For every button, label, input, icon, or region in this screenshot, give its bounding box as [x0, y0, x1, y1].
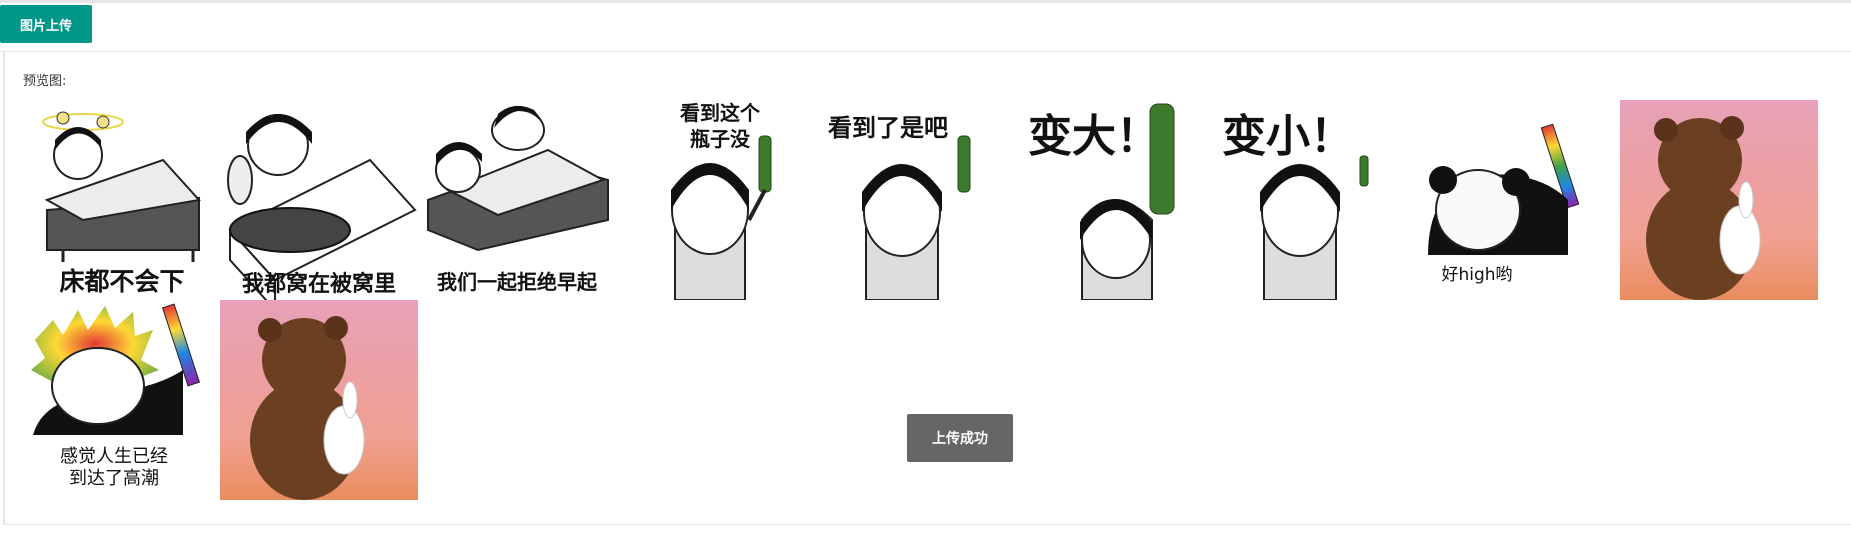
preview-image-1: 床都不会下 — [23, 100, 221, 300]
bottle-meme-icon — [862, 135, 971, 300]
image-caption: 床都不会下 — [59, 267, 185, 296]
image-caption: 我们一起拒绝早起 — [437, 270, 597, 294]
small-bottle-meme-icon — [1260, 155, 1369, 300]
toolbar: 图片上传 — [0, 3, 1851, 51]
bear-rabbit-meme-icon — [1620, 100, 1818, 300]
preview-image-3: 我们一起拒绝早起 — [418, 100, 616, 300]
image-caption: 感觉人生已经 到达了高潮 — [60, 446, 168, 489]
preview-label: 预览图: — [23, 74, 67, 89]
preview-image-10: 感觉人生已经 到达了高潮 — [23, 300, 221, 500]
preview-image-5: 看到了是吧 — [828, 100, 1026, 300]
preview-image-6: 变大！ — [1022, 100, 1220, 300]
big-bottle-meme-icon — [1080, 103, 1175, 300]
image-upload-button[interactable]: 图片上传 — [0, 5, 92, 43]
preview-image-7: 变小！ — [1220, 100, 1418, 300]
image-caption: 好high哟 — [1441, 265, 1513, 285]
bear-rabbit-meme-icon — [220, 300, 418, 500]
upload-success-button[interactable]: 上传成功 — [907, 414, 1013, 462]
preview-image-8: 好high哟 — [1418, 100, 1616, 300]
preview-image-9 — [1620, 100, 1818, 300]
preview-image-11 — [220, 300, 418, 500]
preview-image-2: 我都窝在被窝里 — [220, 100, 418, 300]
image-caption: 我都窝在被窝里 — [241, 272, 396, 297]
